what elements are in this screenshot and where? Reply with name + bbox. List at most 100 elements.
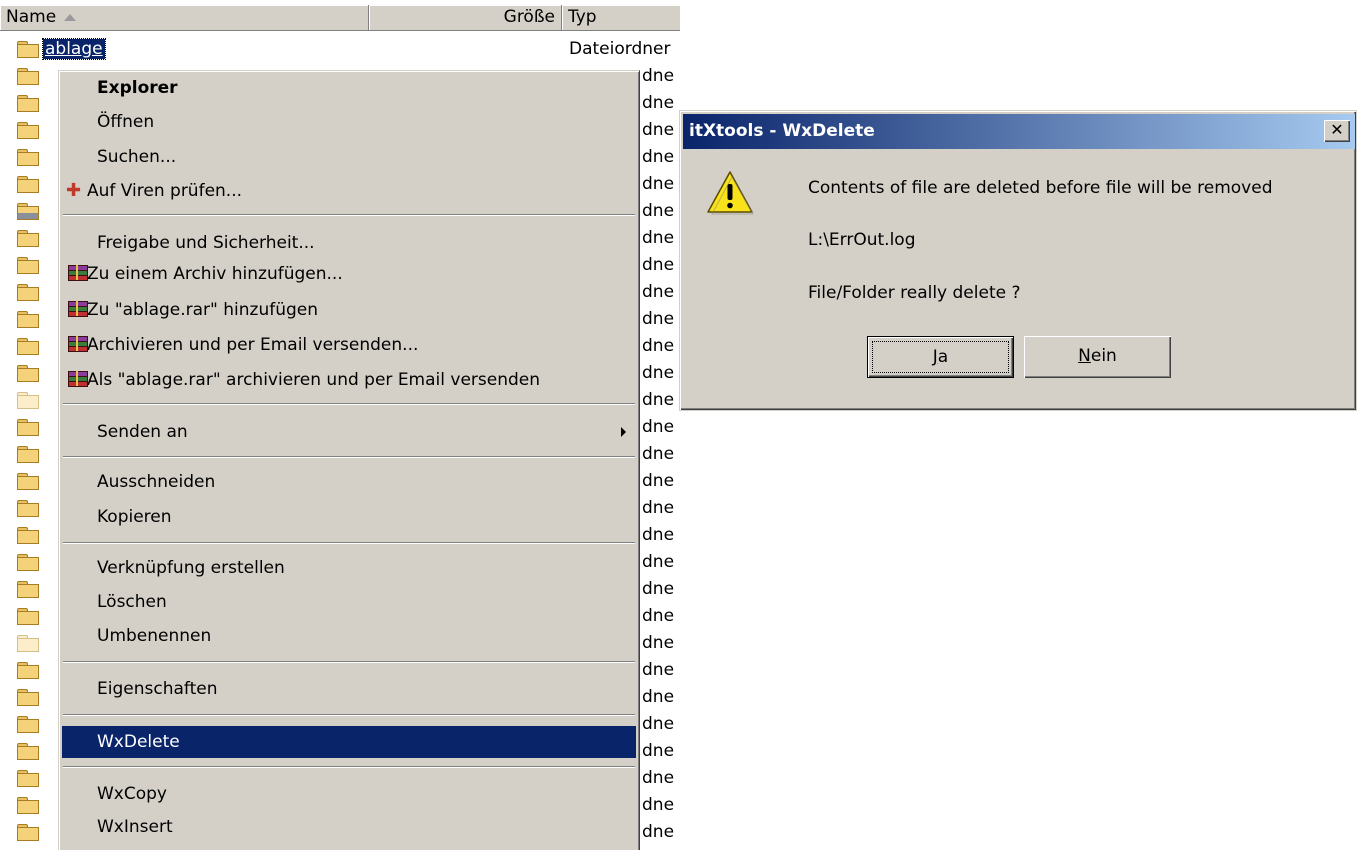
menu-item-add-rar[interactable]: Zu "ablage.rar" hinzufügen (62, 295, 636, 325)
menu-item-rar-email-label: Als "ablage.rar" archivieren und per Ema… (87, 370, 541, 390)
list-item-type: dne (642, 633, 675, 653)
menu-item-sharing[interactable]: Freigabe und Sicherheit... (62, 228, 636, 258)
menu-item-rename-label: Umbenennen (97, 626, 212, 646)
list-item-type: dne (642, 93, 675, 113)
folder-icon (17, 176, 39, 193)
menu-item-cut[interactable]: Ausschneiden (62, 467, 636, 497)
folder-icon (17, 311, 39, 328)
column-header-type-label: Typ (568, 7, 597, 27)
menu-item-archive-email-label: Archivieren und per Email versenden... (87, 335, 419, 355)
folder-icon (17, 581, 39, 598)
close-button[interactable]: ✕ (1324, 120, 1350, 142)
menu-separator (63, 456, 635, 458)
folder-icon (17, 527, 39, 544)
list-item-type: dne (642, 552, 675, 572)
column-header-name-label: Name (6, 7, 57, 27)
dialog-path: L:\ErrOut.log (808, 230, 916, 250)
folder-icon (17, 446, 39, 463)
list-item-type: dne (642, 795, 675, 815)
menu-item-virus-scan[interactable]: ✚ Auf Viren prüfen... (62, 176, 636, 206)
folder-icon (17, 797, 39, 814)
menu-item-send-to[interactable]: Senden an (62, 417, 636, 447)
no-button-label: ein (1090, 346, 1117, 366)
folder-icon (17, 419, 39, 436)
menu-item-wxdelete[interactable]: WxDelete (62, 726, 636, 758)
dialog-title: itXtools - WxDelete (689, 121, 875, 141)
list-item-type: dne (642, 444, 675, 464)
folder-icon (17, 554, 39, 571)
column-header-name[interactable]: Name (0, 5, 369, 31)
menu-item-wxcopy-label: WxCopy (97, 784, 167, 804)
menu-item-open[interactable]: Öffnen (62, 107, 636, 137)
folder-icon (17, 122, 39, 139)
list-item-type: dne (642, 417, 675, 437)
menu-item-explorer[interactable]: Explorer (62, 73, 636, 103)
list-item-type: dne (642, 579, 675, 599)
list-item-type: dne (642, 309, 675, 329)
folder-icon (17, 770, 39, 787)
menu-separator (63, 714, 635, 716)
folder-icon (17, 284, 39, 301)
list-item-type: dne (642, 147, 675, 167)
list-item-type: dne (642, 822, 675, 842)
menu-separator (63, 542, 635, 544)
menu-item-open-label: Öffnen (97, 112, 155, 132)
menu-item-wxdelete-label: WxDelete (97, 732, 180, 752)
list-item-type: dne (642, 498, 675, 518)
menu-item-archive-email[interactable]: Archivieren und per Email versenden... (62, 330, 636, 360)
list-item-type: dne (642, 660, 675, 680)
menu-item-send-to-label: Senden an (97, 422, 188, 442)
menu-item-explorer-label: Explorer (97, 78, 178, 98)
menu-separator (63, 403, 635, 405)
menu-separator (63, 766, 635, 768)
sort-ascending-icon (64, 13, 77, 21)
menu-item-create-shortcut[interactable]: Verknüpfung erstellen (62, 553, 636, 583)
menu-item-wxcopy[interactable]: WxCopy (62, 779, 636, 809)
menu-item-sharing-label: Freigabe und Sicherheit... (97, 233, 315, 253)
folder-icon (17, 149, 39, 166)
folder-icon (17, 203, 39, 220)
menu-item-copy[interactable]: Kopieren (62, 502, 636, 532)
list-item-type: dne (642, 282, 675, 302)
list-item-type: dne (642, 606, 675, 626)
menu-item-virus-scan-label: Auf Viren prüfen... (87, 181, 243, 201)
yes-button[interactable]: Ja (867, 336, 1014, 378)
folder-icon (17, 95, 39, 112)
menu-item-rename[interactable]: Umbenennen (62, 621, 636, 651)
winrar-icon (66, 371, 88, 389)
menu-item-delete-label: Löschen (97, 592, 167, 612)
folder-icon (17, 392, 39, 409)
column-header-type[interactable]: Typ (562, 5, 680, 31)
dialog-question: File/Folder really delete ? (808, 283, 1021, 303)
menu-item-delete[interactable]: Löschen (62, 587, 636, 617)
menu-item-search[interactable]: Suchen... (62, 142, 636, 172)
folder-icon (17, 824, 39, 841)
column-header-size[interactable]: Größe (369, 5, 562, 31)
menu-item-wxinsert-label: WxInsert (97, 817, 173, 837)
list-item[interactable]: ablage Dateiordner (0, 36, 680, 63)
menu-item-properties[interactable]: Eigenschaften (62, 674, 636, 704)
menu-item-wxinsert[interactable]: WxInsert (62, 812, 636, 842)
folder-icon (17, 230, 39, 247)
dialog-titlebar[interactable]: itXtools - WxDelete ✕ (683, 114, 1355, 149)
folder-icon (17, 635, 39, 652)
winrar-icon (66, 336, 88, 354)
dialog-message: Contents of file are deleted before file… (808, 178, 1273, 198)
list-item-name[interactable]: ablage (42, 38, 106, 60)
menu-item-add-rar-label: Zu "ablage.rar" hinzufügen (87, 300, 319, 320)
list-item-type: dne (642, 255, 675, 275)
list-item-type: dne (642, 768, 675, 788)
no-button[interactable]: Nein (1024, 336, 1171, 378)
winrar-icon (66, 301, 88, 319)
menu-item-search-label: Suchen... (97, 147, 177, 167)
menu-item-rar-email[interactable]: Als "ablage.rar" archivieren und per Ema… (62, 365, 636, 395)
folder-icon (17, 257, 39, 274)
list-item-type: dne (642, 66, 675, 86)
menu-item-create-shortcut-label: Verknüpfung erstellen (97, 558, 285, 578)
wxdelete-dialog: itXtools - WxDelete ✕ Contents of file a… (679, 110, 1357, 411)
list-item-type: dne (642, 228, 675, 248)
menu-item-add-archive[interactable]: Zu einem Archiv hinzufügen... (62, 259, 636, 289)
folder-icon (17, 41, 39, 58)
list-item-type: dne (642, 201, 675, 221)
folder-icon (17, 365, 39, 382)
